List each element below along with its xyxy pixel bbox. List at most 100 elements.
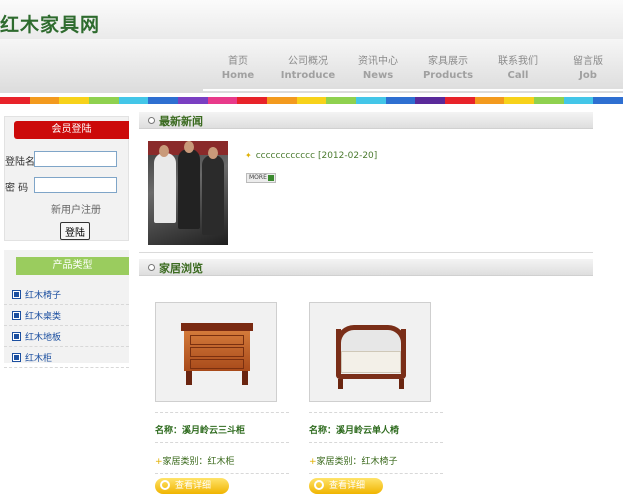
news-section-title: 最新新闻 <box>159 115 203 128</box>
nav-label-en: Products <box>422 70 474 81</box>
star-icon: + <box>155 457 163 467</box>
cabinet-shape <box>186 371 192 385</box>
nav-label-cn: 资讯中心 <box>358 56 398 67</box>
category-item-flooring[interactable]: 红木地板 <box>4 326 129 347</box>
bullet-icon <box>12 310 21 320</box>
username-label: 登陆名 <box>5 157 35 168</box>
divider <box>309 473 443 474</box>
divider <box>139 252 593 253</box>
login-box: 会员登陆 登陆名 密 码 新用户注册 登陆 <box>4 116 129 241</box>
main-nav: 首页 Home 公司概况 Introduce 资讯中心 News 家具展示 Pr… <box>203 55 623 91</box>
star-icon: + <box>309 457 317 467</box>
category-header: 产品类型 <box>16 257 129 275</box>
divider <box>155 473 289 474</box>
product-image[interactable] <box>309 302 431 402</box>
news-photo[interactable] <box>148 141 228 245</box>
cabinet-shape <box>190 359 244 369</box>
product-card: 名称：溪月岭云单人椅 +家居类别：红木椅子 查看详细 <box>309 302 443 494</box>
star-icon: ✦ <box>245 151 252 160</box>
category-item-cabinets[interactable]: 红木柜 <box>4 347 129 368</box>
register-link[interactable]: 新用户注册 <box>51 201 101 216</box>
password-label: 密 码 <box>5 183 29 194</box>
divider <box>155 442 289 443</box>
rainbow-segment <box>29 97 60 104</box>
news-date: [2012-02-20] <box>317 151 378 161</box>
rainbow-segment <box>474 97 505 104</box>
product-category: +家居类别：红木椅子 <box>309 454 443 467</box>
rainbow-segment <box>504 97 535 104</box>
product-name[interactable]: 名称：溪月岭云三斗柜 <box>155 423 289 436</box>
view-details-button[interactable]: 查看详细 <box>309 478 383 494</box>
rainbow-segment <box>59 97 90 104</box>
rainbow-segment <box>148 97 179 104</box>
more-button[interactable]: MORE <box>246 173 276 183</box>
category-label: 红木桌类 <box>25 311 62 322</box>
username-input[interactable] <box>34 151 117 167</box>
rainbow-segment <box>118 97 149 104</box>
category-item-tables[interactable]: 红木桌类 <box>4 305 129 326</box>
product-image[interactable] <box>155 302 277 402</box>
plus-icon <box>268 175 274 181</box>
category-label: 红木柜 <box>25 353 53 364</box>
header: 红木家具网 首页 Home 公司概况 Introduce 资讯中心 News 家… <box>0 0 623 93</box>
rainbow-segment <box>385 97 416 104</box>
category-list: 红木椅子 红木桌类 红木地板 红木柜 <box>4 284 129 368</box>
products-section-header: 家居浏览 <box>139 259 593 276</box>
bullet-icon <box>12 331 21 341</box>
view-details-button[interactable]: 查看详细 <box>155 478 229 494</box>
photo-figure <box>154 153 176 223</box>
nav-label-en: Home <box>221 70 255 81</box>
products-section-title: 家居浏览 <box>159 262 203 275</box>
rainbow-segment <box>445 97 475 104</box>
nav-label-cn: 公司概况 <box>288 56 328 67</box>
chair-shape <box>341 351 401 373</box>
magnifier-icon <box>160 480 170 490</box>
product-name[interactable]: 名称：溪月岭云单人椅 <box>309 423 443 436</box>
nav-item-products[interactable]: 家具展示 Products <box>413 55 483 91</box>
category-box: 产品类型 红木椅子 红木桌类 红木地板 红木柜 <box>4 250 129 368</box>
category-label: 红木椅子 <box>25 290 62 301</box>
bullet-icon <box>12 289 21 299</box>
rainbow-segment <box>356 97 386 104</box>
rainbow-segment <box>237 97 268 104</box>
nav-item-news[interactable]: 资讯中心 News <box>343 55 413 91</box>
rainbow-segment <box>415 97 446 104</box>
divider <box>155 412 289 413</box>
rainbow-segment <box>267 97 297 104</box>
login-button[interactable]: 登陆 <box>60 222 90 240</box>
category-label: 红木地板 <box>25 332 62 343</box>
rainbow-segment <box>563 97 594 104</box>
view-details-label: 查看详细 <box>175 481 212 491</box>
news-item[interactable]: ✦ cccccccccccc [2012-02-20] <box>245 151 377 161</box>
nav-item-job[interactable]: 留言版 Job <box>553 55 623 91</box>
nav-label-cn: 家具展示 <box>428 56 468 67</box>
chair-shape <box>399 379 404 389</box>
password-input[interactable] <box>34 177 117 193</box>
rainbow-segment <box>593 97 623 104</box>
photo-figure-head <box>184 141 194 153</box>
rainbow-segment <box>89 97 119 104</box>
rainbow-segment <box>296 97 327 104</box>
news-section-header: 最新新闻 <box>139 112 593 129</box>
site-title: 红木家具网 <box>0 14 101 36</box>
rainbow-segment <box>178 97 208 104</box>
section-bullet-icon <box>148 264 155 271</box>
photo-figure-head <box>208 147 218 159</box>
photo-figure <box>202 155 224 235</box>
category-item-chairs[interactable]: 红木椅子 <box>4 284 129 305</box>
cabinet-shape <box>242 371 248 385</box>
chair-shape <box>338 379 343 389</box>
nav-label-cn: 首页 <box>228 56 248 67</box>
nav-label-en: News <box>362 70 394 81</box>
photo-figure-head <box>159 145 169 157</box>
product-category-label: 家居类别：红木柜 <box>162 457 235 467</box>
bullet-icon <box>12 352 21 362</box>
rainbow-segment <box>0 97 30 104</box>
nav-label-en: Job <box>579 70 597 81</box>
nav-item-introduce[interactable]: 公司概况 Introduce <box>273 55 343 91</box>
nav-item-call[interactable]: 联系我们 Call <box>483 55 553 91</box>
news-title: cccccccccccc <box>255 151 316 161</box>
nav-item-home[interactable]: 首页 Home <box>203 55 273 91</box>
divider <box>309 442 443 443</box>
nav-label-cn: 留言版 <box>573 56 603 67</box>
